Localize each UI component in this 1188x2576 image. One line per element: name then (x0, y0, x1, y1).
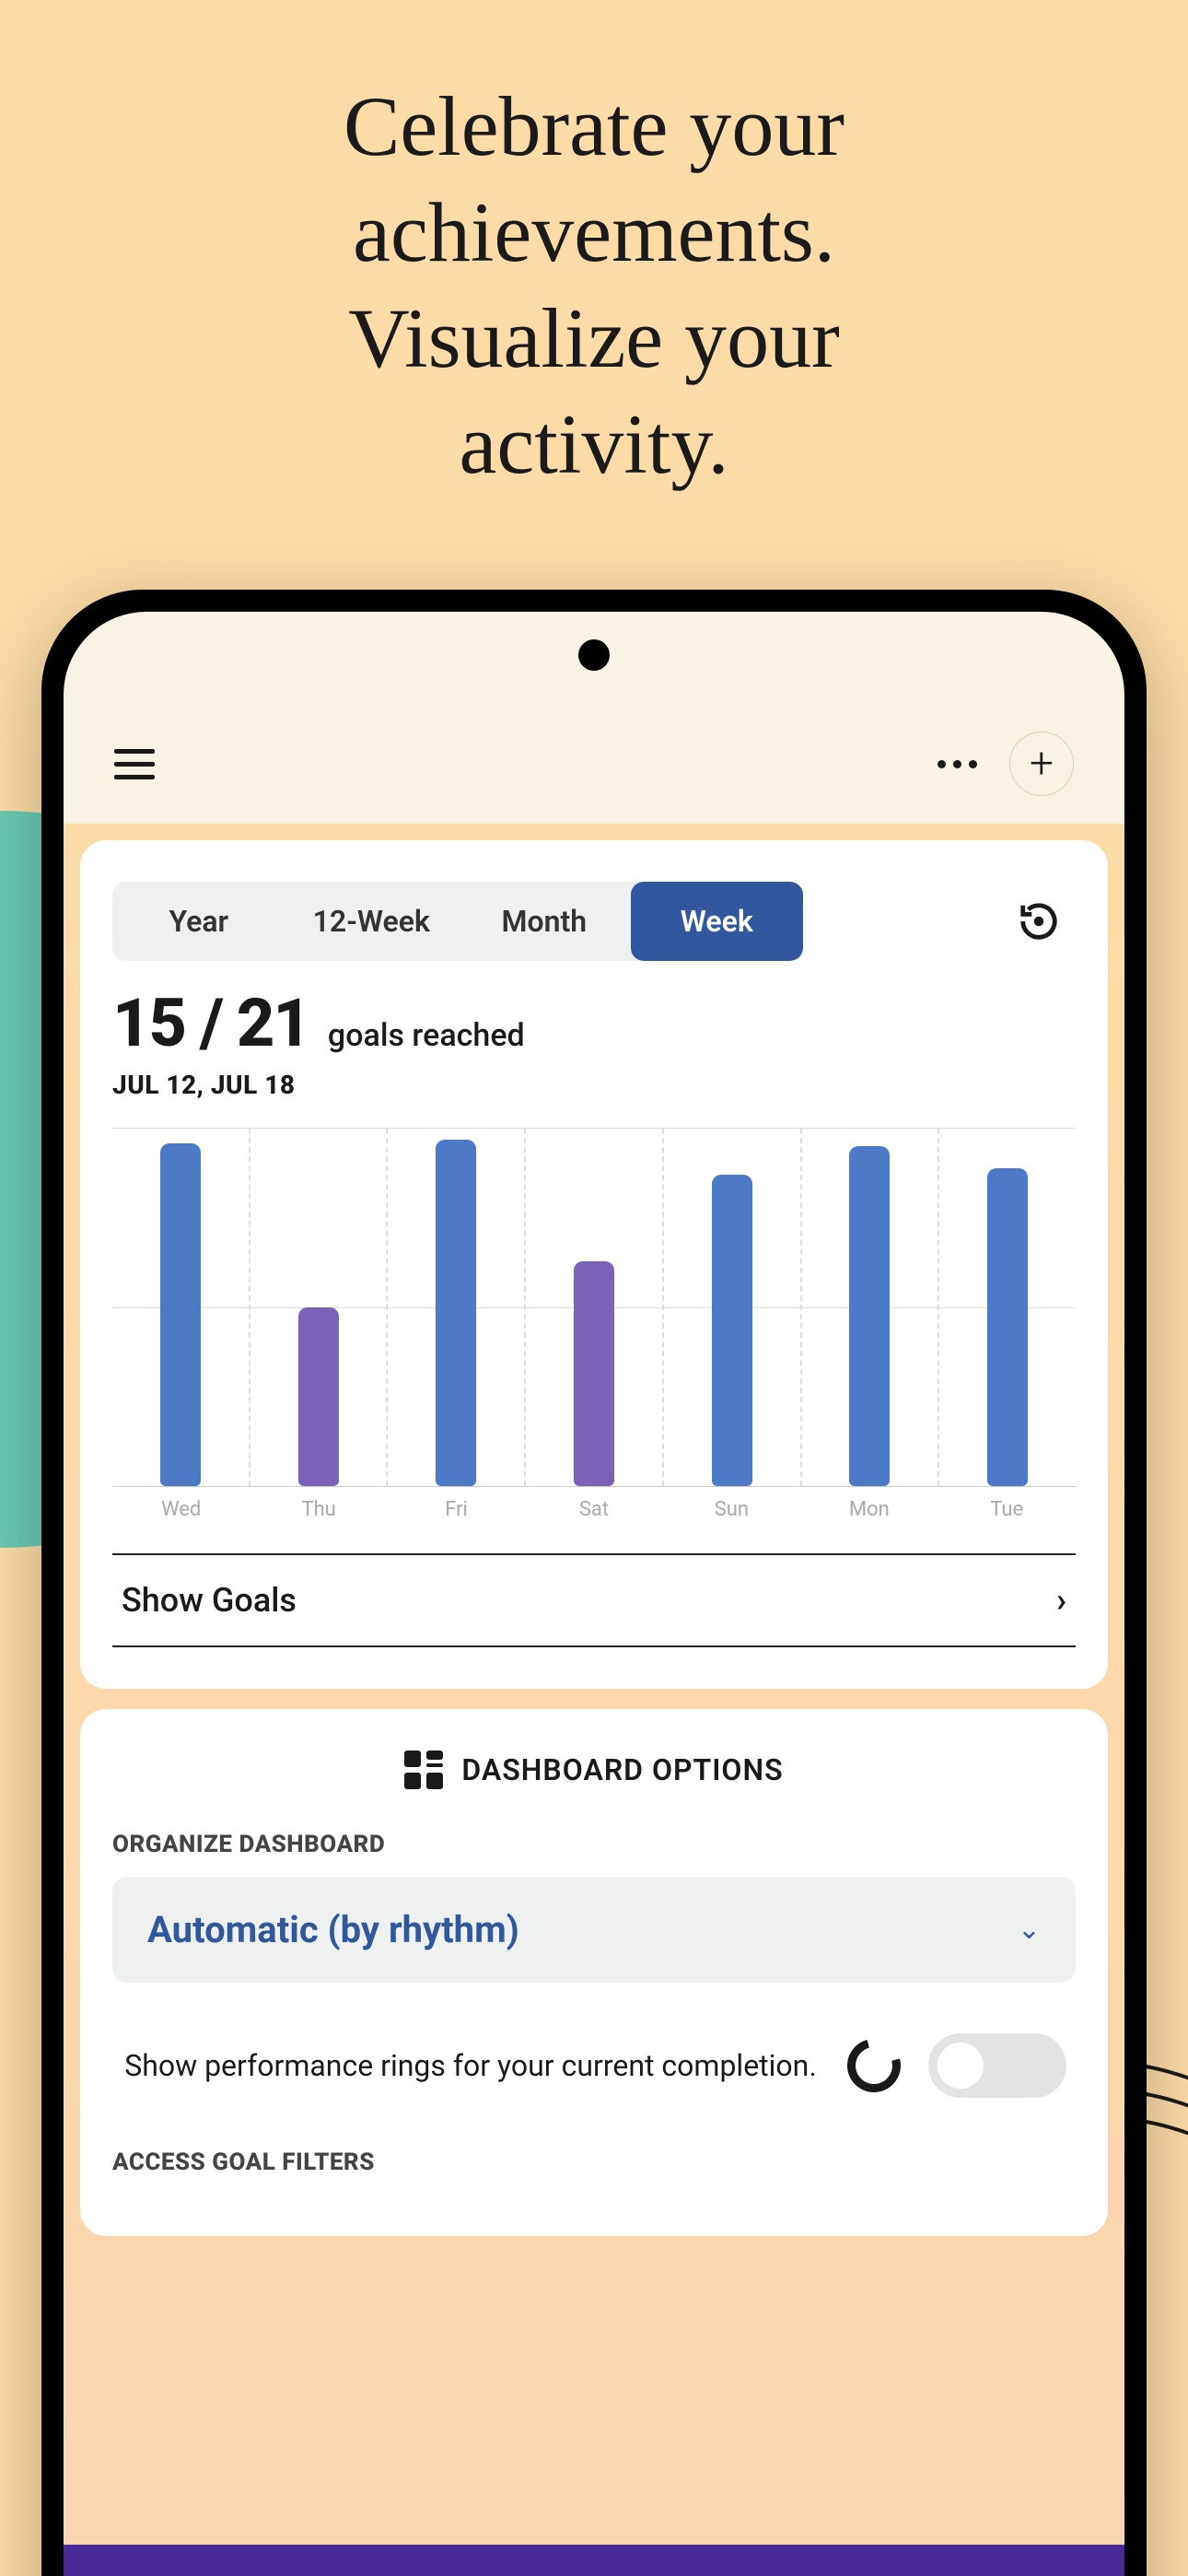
dashboard-options-card: DASHBOARD OPTIONS ORGANIZE DASHBOARD Aut… (80, 1709, 1108, 2236)
headline-line: achievements. (0, 180, 1188, 286)
bar-wed (160, 1143, 201, 1486)
rings-toggle[interactable] (928, 2033, 1066, 2098)
ring-icon (837, 2029, 910, 2102)
rings-toggle-label: Show performance rings for your current … (122, 2045, 820, 2087)
bar-thu (298, 1307, 339, 1486)
x-label: Mon (800, 1498, 938, 1521)
switch-thumb (938, 2043, 984, 2089)
weekly-bar-chart (112, 1128, 1076, 1487)
organize-value: Automatic (by rhythm) (147, 1908, 519, 1951)
organize-label: ORGANIZE DASHBOARD (112, 1831, 1076, 1858)
goals-count: 15 / 21 (112, 984, 309, 1062)
x-label: Tue (938, 1498, 1076, 1521)
x-label: Thu (250, 1498, 387, 1521)
show-goals-button[interactable]: Show Goals › (112, 1553, 1076, 1647)
headline-line: Visualize your (0, 286, 1188, 392)
dashboard-icon (404, 1751, 443, 1789)
more-icon[interactable] (938, 760, 977, 768)
headline-line: activity. (0, 392, 1188, 498)
chevron-right-icon: › (1056, 1581, 1066, 1620)
bar-sat (574, 1261, 614, 1486)
x-label: Sat (525, 1498, 662, 1521)
menu-icon[interactable] (114, 749, 155, 779)
tab-week[interactable]: Week (631, 882, 804, 961)
tab-month[interactable]: Month (458, 882, 631, 961)
headline-line: Celebrate your (0, 74, 1188, 180)
bar-tue (987, 1168, 1028, 1486)
phone-screen: + Year 12-Week Month Week (64, 612, 1124, 2576)
dashboard-options-title: DASHBOARD OPTIONS (461, 1752, 783, 1787)
bottom-bar: Dashboard Performance overview and optio… (64, 2545, 1124, 2576)
camera-notch (578, 639, 610, 671)
phone-frame: + Year 12-Week Month Week (41, 590, 1147, 2576)
refresh-icon[interactable] (1016, 898, 1062, 944)
organize-dropdown[interactable]: Automatic (by rhythm) ⌄ (112, 1877, 1076, 1983)
add-button[interactable]: + (1009, 732, 1074, 796)
chevron-down-icon: ⌄ (1018, 1914, 1041, 1946)
x-label: Wed (112, 1498, 250, 1521)
tab-12week[interactable]: 12-Week (285, 882, 459, 961)
stats-card: Year 12-Week Month Week 15 / 21 (80, 840, 1108, 1689)
bar-mon (849, 1146, 890, 1486)
show-goals-label: Show Goals (122, 1581, 297, 1620)
date-range: JUL 12, JUL 18 (112, 1070, 1076, 1100)
x-label: Sun (663, 1498, 800, 1521)
tab-year[interactable]: Year (112, 882, 285, 961)
chart-x-labels: Wed Thu Fri Sat Sun Mon Tue (112, 1498, 1076, 1521)
marketing-headline: Celebrate your achievements. Visualize y… (0, 0, 1188, 498)
scroll-content: Year 12-Week Month Week 15 / 21 (64, 824, 1124, 2576)
goals-label: goals reached (328, 1017, 525, 1054)
bar-fri (436, 1140, 476, 1486)
period-segmented-control: Year 12-Week Month Week (112, 882, 803, 961)
bar-sun (712, 1175, 752, 1486)
filters-label: ACCESS GOAL FILTERS (112, 2149, 1076, 2176)
x-label: Fri (388, 1498, 525, 1521)
